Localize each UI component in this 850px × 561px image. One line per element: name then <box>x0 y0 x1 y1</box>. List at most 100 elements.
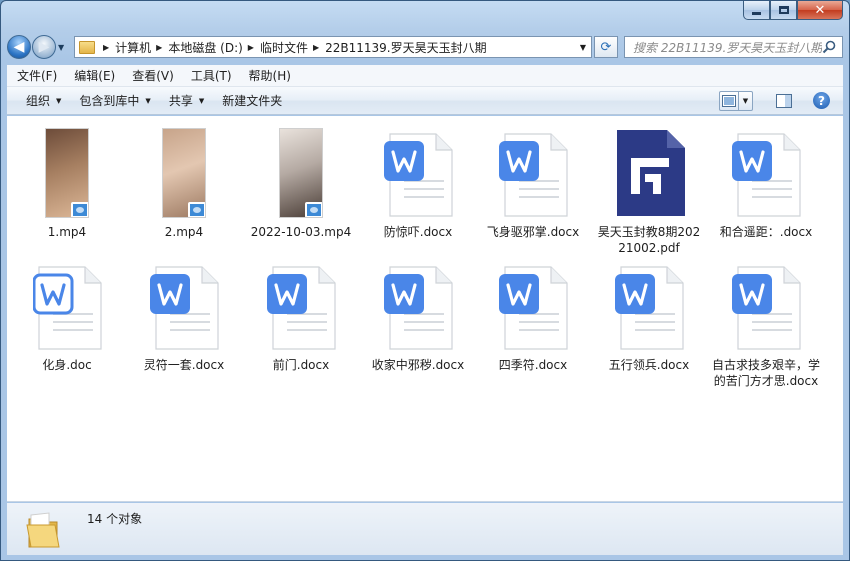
file-name: 防惊吓.docx <box>383 225 453 239</box>
close-button[interactable]: ✕ <box>797 1 843 20</box>
file-thumbnail <box>712 124 820 218</box>
forward-button[interactable]: ▶ <box>32 35 56 59</box>
refresh-icon: ⟳ <box>600 39 612 55</box>
maximize-icon <box>778 6 789 14</box>
docx-file-icon <box>267 266 336 350</box>
file-name: 化身.doc <box>42 358 92 372</box>
chevron-right-icon[interactable]: ▶ <box>103 43 109 52</box>
file-name: 和合遥距：.docx <box>719 225 813 239</box>
organize-button[interactable]: 组织 ▼ <box>26 92 61 109</box>
video-thumbnail <box>162 128 206 218</box>
minimize-button[interactable] <box>743 1 770 20</box>
menu-view[interactable]: 查看(V) <box>132 67 174 84</box>
file-name: 2.mp4 <box>164 225 204 239</box>
explorer-window: ✕ ◀ ▶ ▼ ▶ 计算机 ▶ 本地磁盘 (D:) ▶ 临时文件 ▶ 22B11… <box>0 0 850 561</box>
file-thumbnail <box>595 257 703 351</box>
help-icon: ? <box>818 93 825 108</box>
file-name: 四季符.docx <box>498 358 568 372</box>
menu-help[interactable]: 帮助(H) <box>249 67 291 84</box>
breadcrumb-current-folder[interactable]: ▶ 22B11139.罗天昊天玉封八期 <box>308 37 487 57</box>
menu-tools[interactable]: 工具(T) <box>191 67 232 84</box>
video-thumbnail <box>279 128 323 218</box>
chevron-down-icon: ▼ <box>145 96 151 105</box>
file-thumbnail <box>712 257 820 351</box>
back-arrow-icon: ◀ <box>13 39 25 55</box>
file-name: 飞身驱邪掌.docx <box>486 225 580 239</box>
chevron-right-icon[interactable]: ▶ <box>313 43 319 52</box>
view-options-dropdown[interactable]: ▼ <box>739 91 753 111</box>
video-file-icon <box>71 202 88 217</box>
file-list: 1.mp4 2.mp4 2022-10-03.mp4 防惊吓.docx 飞身驱邪掌.… <box>7 116 843 502</box>
help-button[interactable]: ? <box>813 92 830 109</box>
file-name: 自古求技多艰辛，学的苦门方才思.docx <box>712 358 821 388</box>
item-count: 14 个对象 <box>87 512 143 526</box>
change-view-button[interactable] <box>719 91 739 111</box>
back-button[interactable]: ◀ <box>7 35 31 59</box>
breadcrumb-local-disk[interactable]: ▶ 本地磁盘 (D:) <box>151 37 243 57</box>
file-name: 2022-10-03.mp4 <box>250 225 352 239</box>
file-thumbnail <box>364 124 472 218</box>
docx-file-icon <box>150 266 219 350</box>
menu-edit[interactable]: 编辑(E) <box>74 67 115 84</box>
docx-file-icon <box>732 266 801 350</box>
file-name: 1.mp4 <box>47 225 87 239</box>
include-in-library-button[interactable]: 包含到库中 ▼ <box>79 92 150 109</box>
address-bar[interactable]: ▶ 计算机 ▶ 本地磁盘 (D:) ▶ 临时文件 ▶ 22B11139.罗天昊天… <box>74 36 592 58</box>
file-thumbnail <box>130 124 238 218</box>
file-thumbnail <box>130 257 238 351</box>
docx-file-icon <box>499 266 568 350</box>
forward-arrow-icon: ▶ <box>38 39 50 55</box>
status-bar: 14 个对象 <box>7 503 843 555</box>
docx-file-icon <box>732 133 801 217</box>
breadcrumb-computer[interactable]: ▶ 计算机 <box>98 37 151 57</box>
minimize-icon <box>752 11 761 15</box>
video-thumbnail <box>45 128 89 218</box>
file-name: 五行领兵.docx <box>608 358 690 372</box>
view-icon <box>722 95 736 107</box>
recent-pages-dropdown[interactable]: ▼ <box>58 43 70 52</box>
folder-icon <box>79 40 95 54</box>
navigation-row: ◀ ▶ ▼ ▶ 计算机 ▶ 本地磁盘 (D:) ▶ 临时文件 ▶ 22B1113… <box>7 33 843 61</box>
preview-pane-button[interactable] <box>775 92 793 110</box>
maximize-button[interactable] <box>770 1 797 20</box>
docx-file-icon <box>384 133 453 217</box>
menu-file[interactable]: 文件(F) <box>17 67 57 84</box>
docx-file-icon <box>499 133 568 217</box>
video-file-icon <box>188 202 205 217</box>
file-thumbnail <box>13 257 121 351</box>
file-name: 收家中邪秽.docx <box>371 358 465 372</box>
file-name: 昊天玉封教8期20221002.pdf <box>597 225 701 255</box>
caption-buttons: ✕ <box>743 1 843 21</box>
video-file-icon <box>305 202 322 217</box>
folder-icon <box>26 512 60 548</box>
pdf-file-icon <box>613 128 687 218</box>
command-bar: 组织 ▼ 包含到库中 ▼ 共享 ▼ 新建文件夹 ▼ ? <box>7 87 843 115</box>
menu-bar: 文件(F) 编辑(E) 查看(V) 工具(T) 帮助(H) <box>7 65 843 87</box>
file-thumbnail <box>247 124 355 218</box>
share-button[interactable]: 共享 ▼ <box>169 92 204 109</box>
file-thumbnail <box>479 257 587 351</box>
docx-file-icon <box>615 266 684 350</box>
doc-file-icon <box>32 266 102 350</box>
file-thumbnail <box>595 124 703 218</box>
search-placeholder: 搜索 22B11139.罗天昊天玉封八期 <box>633 40 823 55</box>
file-thumbnail <box>364 257 472 351</box>
new-folder-button[interactable]: 新建文件夹 <box>222 92 282 109</box>
address-history-dropdown[interactable]: ▼ <box>575 37 591 57</box>
file-thumbnail <box>247 257 355 351</box>
file-thumbnail <box>479 124 587 218</box>
close-icon: ✕ <box>814 2 826 18</box>
chevron-right-icon[interactable]: ▶ <box>156 43 162 52</box>
file-thumbnail <box>13 124 121 218</box>
preview-pane-icon <box>776 94 792 108</box>
breadcrumb-temp-files[interactable]: ▶ 临时文件 <box>243 37 308 57</box>
chevron-down-icon: ▼ <box>56 96 62 105</box>
chevron-right-icon[interactable]: ▶ <box>248 43 254 52</box>
file-name: 灵符一套.docx <box>143 358 225 372</box>
refresh-button[interactable]: ⟳ <box>594 36 618 58</box>
search-icon[interactable] <box>822 40 836 54</box>
search-input[interactable]: 搜索 22B11139.罗天昊天玉封八期 <box>624 36 843 58</box>
docx-file-icon <box>384 266 453 350</box>
chevron-down-icon: ▼ <box>198 96 205 105</box>
file-name: 前门.docx <box>272 358 330 372</box>
